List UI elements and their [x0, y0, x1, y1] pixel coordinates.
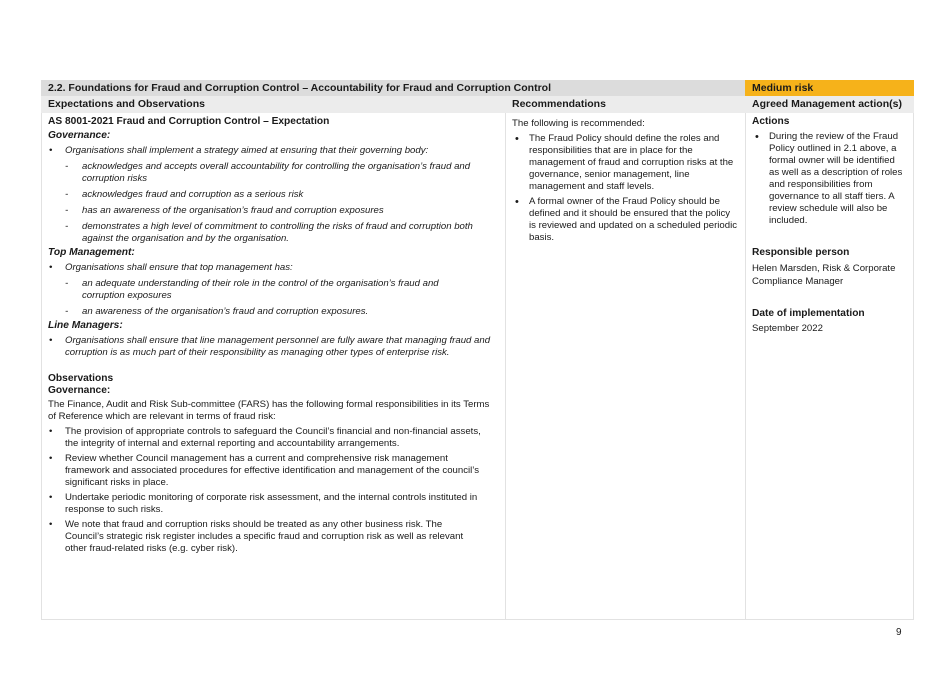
list-item: demonstrates a high level of commitment … [48, 221, 499, 245]
column-header-recommendations: Recommendations [505, 96, 745, 113]
observations-governance-subheading: Governance: [48, 385, 111, 396]
expectation-heading: AS 8001-2021 Fraud and Corruption Contro… [48, 116, 330, 127]
observations-intro: The Finance, Audit and Risk Sub-committe… [48, 399, 490, 422]
actions-label: Actions [752, 116, 790, 127]
governance-sublist: acknowledges and accepts overall account… [48, 161, 499, 245]
top-management-sublist: an adequate understanding of their role … [48, 278, 499, 318]
list-item: Organisations shall ensure that line man… [48, 335, 499, 359]
audit-findings-table: 2.2. Foundations for Fraud and Corruptio… [41, 80, 914, 620]
list-item: Organisations shall implement a strategy… [48, 145, 499, 245]
line-managers-list: Organisations shall ensure that line man… [48, 335, 499, 359]
list-item: an awareness of the organisation’s fraud… [48, 306, 499, 318]
top-management-subheading: Top Management: [48, 247, 135, 258]
responsible-person-label: Responsible person [752, 247, 850, 258]
list-item: During the review of the Fraud Policy ou… [752, 131, 907, 227]
observations-cell: AS 8001-2021 Fraud and Corruption Contro… [41, 113, 505, 620]
list-item: Undertake periodic monitoring of corpora… [48, 492, 499, 516]
column-header-actions: Agreed Management action(s) [745, 96, 914, 113]
list-item: Organisations shall ensure that top mana… [48, 262, 499, 318]
observations-list: The provision of appropriate controls to… [48, 426, 499, 555]
list-item: has an awareness of the organisation’s f… [48, 205, 499, 217]
list-item: The Fraud Policy should define the roles… [512, 133, 739, 193]
section-title: 2.2. Foundations for Fraud and Corruptio… [41, 80, 745, 96]
list-item: acknowledges fraud and corruption as a s… [48, 189, 499, 201]
top-management-list: Organisations shall ensure that top mana… [48, 262, 499, 318]
risk-rating-badge: Medium risk [745, 80, 914, 96]
list-item: an adequate understanding of their role … [48, 278, 499, 302]
recommendations-cell: The following is recommended: The Fraud … [505, 113, 745, 620]
actions-cell: Actions During the review of the Fraud P… [745, 113, 914, 620]
list-item: A formal owner of the Fraud Policy shoul… [512, 196, 739, 244]
observations-heading: Observations [48, 373, 114, 384]
implementation-date-label: Date of implementation [752, 308, 865, 319]
column-header-observations: Expectations and Observations [41, 96, 505, 113]
implementation-date-value: September 2022 [752, 323, 823, 334]
page-number: 9 [896, 627, 902, 638]
list-item: We note that fraud and corruption risks … [48, 519, 499, 555]
responsible-person-value: Helen Marsden, Risk & Corporate Complian… [752, 263, 896, 287]
line-managers-subheading: Line Managers: [48, 320, 123, 331]
governance-subheading: Governance: [48, 130, 111, 141]
list-item: Review whether Council management has a … [48, 453, 499, 489]
list-item: The provision of appropriate controls to… [48, 426, 499, 450]
governance-list: Organisations shall implement a strategy… [48, 145, 499, 245]
recommendations-list: The Fraud Policy should define the roles… [512, 133, 739, 244]
list-item: acknowledges and accepts overall account… [48, 161, 499, 185]
recommendations-intro: The following is recommended: [512, 118, 645, 129]
actions-list: During the review of the Fraud Policy ou… [752, 131, 907, 227]
